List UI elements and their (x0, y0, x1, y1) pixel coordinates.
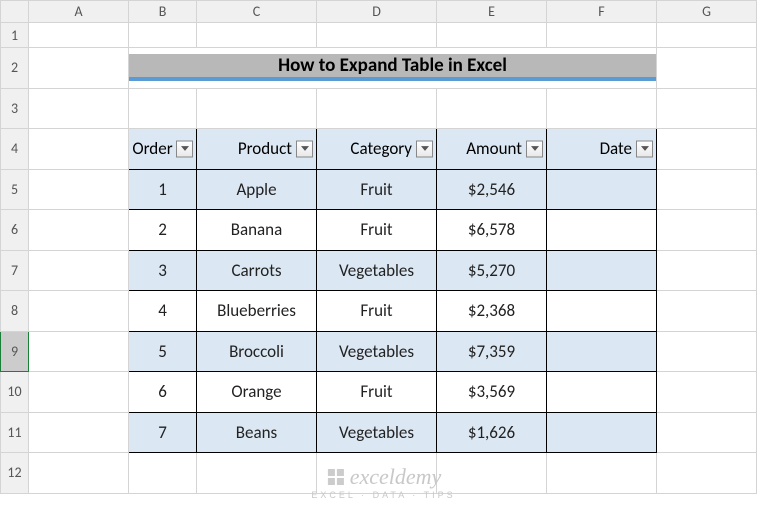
table-cell[interactable]: $3,569 (437, 372, 547, 413)
table-cell[interactable]: Fruit (317, 210, 437, 251)
table-cell[interactable]: $2,546 (437, 169, 547, 210)
table-header-amount[interactable]: Amount (437, 129, 547, 170)
table-header-order[interactable]: Order (129, 129, 197, 170)
col-header[interactable]: A (29, 1, 129, 23)
table-cell[interactable]: $6,578 (437, 210, 547, 251)
table-cell[interactable] (547, 372, 657, 413)
filter-button[interactable] (636, 140, 653, 157)
col-header[interactable]: D (317, 1, 437, 23)
col-header[interactable]: B (129, 1, 197, 23)
filter-button[interactable] (526, 140, 543, 157)
table-cell[interactable]: Apple (197, 169, 317, 210)
table-cell[interactable]: Blueberries (197, 291, 317, 332)
table-cell[interactable] (547, 291, 657, 332)
row-header[interactable]: 3 (1, 88, 29, 129)
table-cell[interactable]: Vegetables (317, 412, 437, 453)
table-cell[interactable] (547, 210, 657, 251)
row-header[interactable]: 1 (1, 23, 29, 48)
table-cell[interactable] (547, 250, 657, 291)
col-header[interactable]: E (437, 1, 547, 23)
row-header-selected[interactable]: 9 (1, 331, 29, 372)
spreadsheet-grid[interactable]: A B C D E F G 1 2 How to Expand Table in… (0, 0, 757, 494)
table-header-date[interactable]: Date (547, 129, 657, 170)
table-cell[interactable]: 3 (129, 250, 197, 291)
select-all-corner[interactable] (1, 1, 29, 23)
table-cell[interactable] (547, 169, 657, 210)
table-header-category[interactable]: Category (317, 129, 437, 170)
table-cell[interactable]: Vegetables (317, 250, 437, 291)
col-header[interactable]: G (657, 1, 757, 23)
col-header[interactable]: C (197, 1, 317, 23)
table-cell[interactable]: 6 (129, 372, 197, 413)
table-cell[interactable]: 2 (129, 210, 197, 251)
row-header[interactable]: 12 (1, 453, 29, 494)
filter-button[interactable] (296, 140, 313, 157)
table-cell[interactable]: Vegetables (317, 331, 437, 372)
table-cell[interactable] (547, 331, 657, 372)
table-cell[interactable]: Fruit (317, 169, 437, 210)
table-cell[interactable]: 4 (129, 291, 197, 332)
table-cell[interactable]: Fruit (317, 291, 437, 332)
table-cell[interactable]: $5,270 (437, 250, 547, 291)
table-cell[interactable]: $2,368 (437, 291, 547, 332)
row-header[interactable]: 7 (1, 250, 29, 291)
row-header[interactable]: 10 (1, 372, 29, 413)
table-cell[interactable]: Carrots (197, 250, 317, 291)
table-cell[interactable]: $1,626 (437, 412, 547, 453)
row-header[interactable]: 11 (1, 412, 29, 453)
row-header[interactable]: 6 (1, 210, 29, 251)
table-cell[interactable]: Fruit (317, 372, 437, 413)
row-header[interactable]: 8 (1, 291, 29, 332)
col-header[interactable]: F (547, 1, 657, 23)
table-cell[interactable]: Beans (197, 412, 317, 453)
table-cell[interactable]: 7 (129, 412, 197, 453)
table-cell[interactable]: Banana (197, 210, 317, 251)
filter-button[interactable] (176, 140, 193, 157)
page-title: How to Expand Table in Excel (129, 54, 656, 81)
table-cell[interactable] (547, 412, 657, 453)
row-header[interactable]: 2 (1, 48, 29, 89)
row-header[interactable]: 4 (1, 129, 29, 170)
row-header[interactable]: 5 (1, 169, 29, 210)
filter-button[interactable] (416, 140, 433, 157)
table-cell[interactable]: 5 (129, 331, 197, 372)
table-cell[interactable]: 1 (129, 169, 197, 210)
table-header-product[interactable]: Product (197, 129, 317, 170)
table-cell[interactable]: Broccoli (197, 331, 317, 372)
table-cell[interactable]: Orange (197, 372, 317, 413)
table-cell[interactable]: $7,359 (437, 331, 547, 372)
